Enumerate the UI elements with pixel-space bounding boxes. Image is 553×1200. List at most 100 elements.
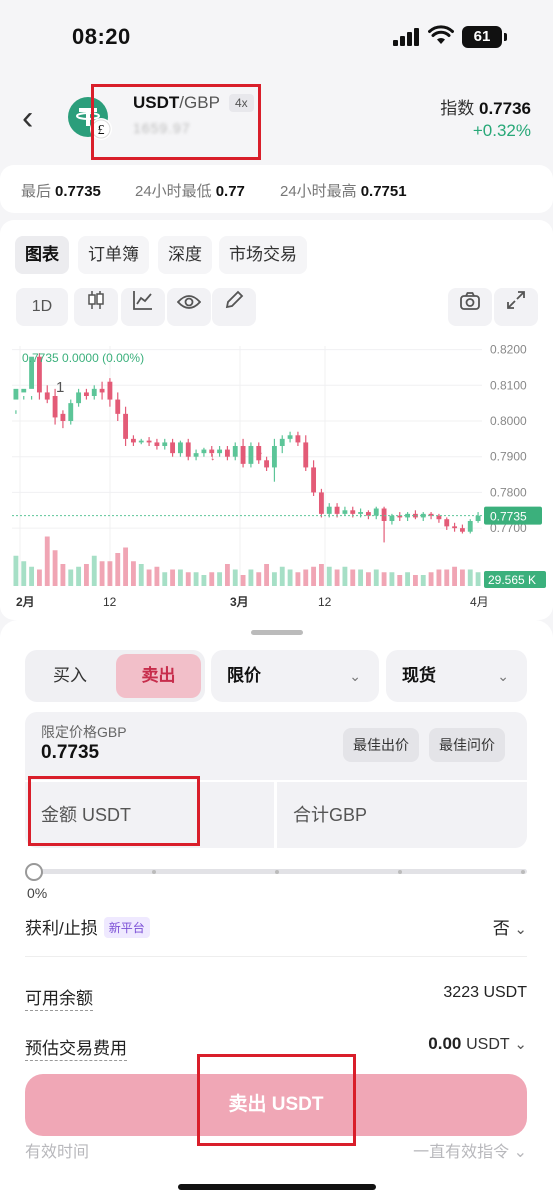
x-tick-label: 2月 (16, 595, 35, 609)
home-indicator[interactable] (178, 1184, 376, 1190)
fee-value[interactable]: 0.00 USDT ⌄ (428, 1034, 527, 1054)
y-tick-label: 0.7800 (490, 485, 527, 499)
back-chevron-icon[interactable]: ‹ (22, 100, 52, 136)
fee-value-number: 0.00 (428, 1034, 462, 1053)
fullscreen-icon[interactable] (494, 288, 538, 326)
candle-body (21, 388, 27, 393)
volume-bar (467, 569, 473, 586)
volume-bar (99, 561, 105, 586)
tab-depth[interactable]: 深度 (158, 236, 212, 274)
volume-bar (68, 569, 74, 586)
tpsl-label: 获利/止损 (25, 919, 98, 938)
side-switch: 买入 卖出 (25, 650, 205, 702)
y-tick-label: 0.8100 (490, 378, 527, 392)
order-type-value: 限价 (227, 666, 261, 685)
volume-bar (318, 564, 324, 586)
stats-bar: 最后 0.7735 24小时最低 0.77 24小时最高 0.7751 (0, 165, 553, 213)
camera-icon[interactable] (448, 288, 492, 326)
price-chart[interactable]: 0.82000.81000.80000.79000.78000.77000.77… (0, 338, 553, 618)
volume-bar (381, 572, 387, 586)
buy-tab[interactable]: 买入 (25, 650, 115, 702)
index-value: 0.7736 (479, 99, 531, 118)
fee-unit: USDT (466, 1036, 510, 1053)
index-price: 指数 0.7736 (440, 94, 531, 119)
volume-bar (170, 569, 176, 586)
volume-bar (185, 572, 191, 586)
validity-value-text: 一直有效指令 (413, 1144, 510, 1161)
highlight-box-pair (91, 84, 261, 160)
candlestick-icon[interactable] (74, 288, 118, 326)
candle-body (358, 512, 364, 514)
y-tick-label: 0.7900 (490, 450, 527, 464)
sell-tab[interactable]: 卖出 (116, 654, 201, 698)
candle-body (44, 392, 50, 400)
percent-slider[interactable] (25, 863, 527, 881)
candle-body (52, 396, 58, 418)
candle-body (13, 388, 19, 400)
signal-arrow-icon: ↓ (210, 451, 216, 463)
volume-bar (365, 572, 371, 586)
total-input[interactable]: 合计GBP (277, 782, 527, 848)
fee-label[interactable]: 预估交易费用 (25, 1039, 127, 1061)
slider-tick (521, 870, 525, 874)
candle-body (459, 528, 465, 532)
tpsl-row[interactable]: 获利/止损 新平台 否 ⌄ (25, 914, 527, 944)
available-label[interactable]: 可用余额 (25, 989, 93, 1011)
volume-bar (412, 575, 418, 586)
candle-body (224, 449, 230, 457)
y-tick-label: 0.8000 (490, 414, 527, 428)
x-tick-label: 4月 (470, 595, 489, 609)
volume-bar (13, 555, 19, 586)
volume-bar (420, 575, 426, 586)
stat-high-value: 0.7751 (360, 183, 407, 200)
volume-bar (83, 564, 89, 586)
chart-marker-label: 1 (56, 379, 64, 396)
eye-icon[interactable] (167, 288, 211, 326)
tab-chart[interactable]: 图表 (15, 236, 69, 274)
pencil-icon[interactable] (212, 288, 256, 326)
candle-body (444, 519, 450, 527)
indicator-icon[interactable] (121, 288, 165, 326)
candle-body (365, 512, 371, 516)
slider-track[interactable] (33, 869, 527, 874)
slider-knob[interactable] (25, 863, 43, 881)
percent-label: 0% (27, 885, 48, 901)
candle-body (130, 438, 136, 443)
validity-value[interactable]: 一直有效指令 ⌄ (413, 1138, 527, 1162)
volume-bar (303, 569, 309, 586)
interval-button[interactable]: 1D (16, 288, 68, 326)
candle-body (107, 381, 113, 400)
drag-handle[interactable] (251, 630, 303, 635)
volume-bar (240, 575, 246, 586)
tpsl-value[interactable]: 否 ⌄ (493, 914, 527, 939)
volume-bar (76, 566, 82, 586)
candle-body (201, 449, 207, 454)
volume-bar (475, 572, 481, 586)
volume-bar (217, 572, 223, 586)
candle-body (248, 446, 254, 464)
tab-market-trades[interactable]: 市场交易 (219, 236, 307, 274)
validity-row[interactable]: 有效时间 一直有效指令 ⌄ (25, 1138, 527, 1164)
volume-bar (358, 569, 364, 586)
wifi-icon (428, 25, 454, 44)
limit-price-value[interactable]: 0.7735 (41, 742, 99, 764)
candle-body (381, 508, 387, 521)
best-ask-button[interactable]: 最佳问价 (429, 728, 505, 762)
tab-orderbook[interactable]: 订单簿 (78, 236, 149, 274)
volume-bar (256, 572, 262, 586)
volume-bar (311, 566, 317, 586)
volume-bar (44, 536, 50, 586)
volume-bar (177, 569, 183, 586)
stat-high-label: 24小时最高 (280, 183, 357, 200)
volume-bar (342, 566, 348, 586)
best-bid-button[interactable]: 最佳出价 (343, 728, 419, 762)
slider-tick (398, 870, 402, 874)
tpsl-value-text: 否 (492, 919, 510, 938)
volume-bar (373, 569, 379, 586)
candle-body (146, 440, 152, 443)
candle-body (154, 442, 160, 446)
candle-body (467, 521, 473, 532)
account-type-select[interactable]: 现货 ⌄ (386, 650, 527, 702)
order-type-select[interactable]: 限价 ⌄ (211, 650, 379, 702)
limit-price-field[interactable]: 限定价格GBP 0.7735 最佳出价 最佳问价 (25, 712, 527, 780)
